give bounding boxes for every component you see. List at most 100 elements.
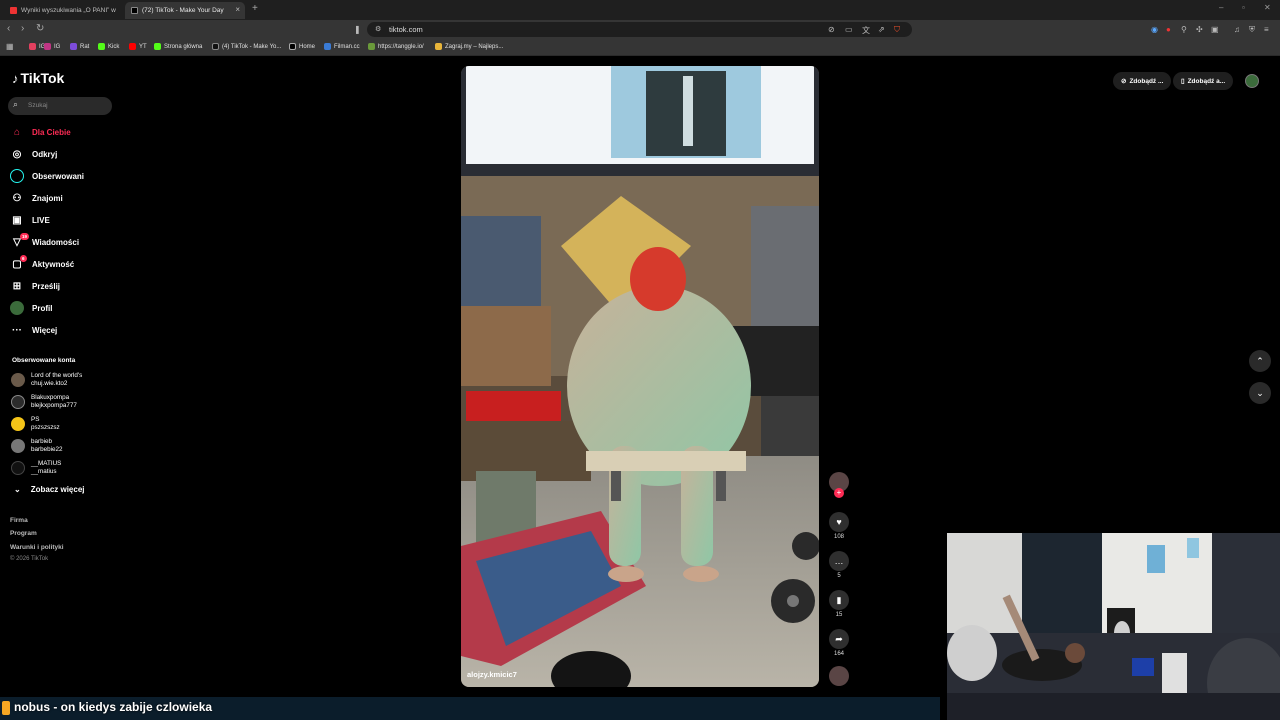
comment-button[interactable]: … 5 (829, 551, 849, 579)
more-icon: ··· (12, 324, 22, 336)
nav-item-explore[interactable]: ◎ Odkryj (10, 146, 58, 162)
chevron-down-icon: ⌄ (14, 485, 21, 494)
close-tab-icon[interactable]: × (235, 5, 240, 14)
see-more-button[interactable]: ⌄ Zobacz więcej (14, 485, 85, 494)
footer-link[interactable]: Warunki i polityki (10, 544, 64, 551)
reload-icon[interactable]: ↻ (36, 23, 44, 34)
forward-icon[interactable]: › (21, 23, 24, 34)
previous-video-button[interactable]: ⌃ (1249, 350, 1271, 372)
nav-item-profile[interactable]: Profil (10, 300, 52, 316)
phone-icon: ▯ (1181, 78, 1185, 85)
cast-icon[interactable]: ▭ (845, 25, 853, 34)
coin-icon: ⊘ (1121, 78, 1127, 85)
footer-link[interactable]: Program (10, 530, 37, 537)
follow-plus-icon[interactable]: + (834, 488, 844, 498)
wallet-icon[interactable]: ⛨ (1249, 25, 1255, 35)
nav-item-upload[interactable]: ⊞ Prześlij (10, 278, 60, 294)
tiktok-logo[interactable]: ♪ TikTok (12, 70, 64, 86)
bookmark-item[interactable]: https://tanggle.io/ (368, 43, 424, 50)
back-icon[interactable]: ‹ (7, 23, 10, 34)
menu-icon[interactable]: ≡ (1264, 25, 1269, 34)
next-video-button[interactable]: ⌄ (1249, 382, 1271, 404)
site-info-icon[interactable]: ⚙ (375, 25, 381, 33)
sidebar-icon[interactable]: ▣ (1211, 25, 1219, 34)
followed-accounts-title: Obserwowane konta (12, 357, 76, 364)
bookmark-item[interactable]: Zagraj.my – Najleps... (435, 43, 503, 50)
nav-item-messages[interactable]: ▽ 19 Wiadomości (10, 233, 79, 250)
save-button[interactable]: ▮ 15 (829, 590, 849, 618)
save-count: 15 (835, 612, 843, 618)
like-button[interactable]: ♥ 108 (829, 512, 849, 540)
followed-account[interactable]: __MATIUS __matius (11, 458, 61, 478)
extension-icon[interactable]: ⚲ (1181, 25, 1187, 34)
media-icon[interactable]: ♫ (1234, 25, 1240, 34)
author-avatar-button[interactable]: + (829, 472, 849, 498)
browser-tab[interactable]: Wyniki wyszukiwania „O PANI” w ser (4, 2, 118, 19)
followed-account[interactable]: barbieb barbebie22 (11, 436, 63, 456)
get-coins-button[interactable]: ⊘ Zdobądź ... (1113, 72, 1172, 90)
nav-item-more[interactable]: ··· Więcej (10, 322, 57, 338)
chevron-down-icon: ⌄ (1256, 387, 1264, 398)
new-tab-icon[interactable]: + (252, 3, 258, 14)
tanggle-icon (368, 43, 375, 50)
messages-icon: ▽ 19 (13, 233, 30, 248)
nav-item-following[interactable]: Obserwowani (10, 168, 84, 184)
heart-icon: ♥ (829, 512, 849, 532)
nav-item-friends[interactable]: ⚇ Znajomi (10, 190, 63, 206)
followed-account[interactable]: Lord of the world's chuj.wie.kto2 (11, 370, 82, 390)
maximize-icon[interactable]: ▫ (1242, 3, 1245, 12)
bookmark-item[interactable]: YT (129, 43, 147, 50)
translate-icon[interactable]: 文 (862, 25, 870, 36)
share-count: 164 (833, 651, 844, 657)
youtube-favicon-icon (10, 7, 17, 14)
bookmark-item[interactable]: (4) TikTok - Make Yo... (212, 43, 281, 50)
profile-avatar[interactable] (1245, 74, 1259, 88)
search-input[interactable]: ⌕ Szukaj (8, 97, 112, 115)
brave-shield-icon[interactable]: ⛉ (894, 25, 900, 35)
profile-icon (10, 301, 24, 315)
avatar (11, 373, 25, 387)
webcam-overlay (947, 533, 1280, 720)
followed-account[interactable]: PS pszszszsz (11, 414, 60, 434)
video-author[interactable]: alojzy.kmicic7 (467, 670, 517, 679)
filman-icon (324, 43, 331, 50)
extensions-puzzle-icon[interactable]: ✣ (1196, 25, 1203, 34)
tab-title: (72) TikTok - Make Your Day (142, 7, 224, 14)
bookmark-item[interactable]: Filman.cc (324, 43, 360, 50)
footer-link[interactable]: Firma (10, 517, 28, 524)
bookmark-item[interactable]: IG (44, 43, 60, 50)
browser-tab-active[interactable]: (72) TikTok - Make Your Day × (125, 2, 245, 19)
extension-record-icon[interactable]: ● (1166, 25, 1171, 34)
avatar (11, 417, 25, 431)
rat-icon (70, 43, 77, 50)
home-icon: ⌂ (13, 126, 21, 138)
get-app-button[interactable]: ▯ Zdobądź a... (1173, 72, 1234, 90)
avatar (11, 461, 25, 475)
compass-icon: ◎ (12, 148, 22, 160)
bookmark-item[interactable]: IG (29, 43, 45, 50)
bookmark-item[interactable]: Kick (98, 43, 119, 50)
apps-grid-icon[interactable]: ▦ (6, 42, 14, 51)
share-icon[interactable]: ⇗ (878, 25, 885, 34)
close-window-icon[interactable]: ✕ (1264, 3, 1271, 12)
share-button[interactable]: ➦ 164 (829, 629, 849, 657)
bookmark-icon[interactable]: ❚ (354, 25, 361, 34)
bookmark-item[interactable]: Rat (70, 43, 89, 50)
bookmark-item[interactable]: Home (289, 43, 315, 50)
video-player[interactable] (461, 66, 819, 687)
bookmark-item[interactable]: Strona główna (154, 43, 202, 50)
upload-icon: ⊞ (12, 280, 22, 292)
stream-caption-text: nobus - on kiedys zabije czlowieka (14, 700, 213, 714)
avatar (11, 439, 25, 453)
extension-audio-icon[interactable]: ◉ (1151, 25, 1158, 34)
nav-item-activity[interactable]: ▢ 6 Aktywność (10, 255, 74, 272)
tracking-icon[interactable]: ⊘ (828, 25, 835, 34)
youtube-icon (129, 43, 136, 50)
tiktok-favicon-icon (131, 7, 138, 14)
nav-item-live[interactable]: ▣ LIVE (10, 212, 50, 228)
minimize-icon[interactable]: – (1219, 3, 1223, 12)
followed-account[interactable]: Blakuxpompa blejkxpompa777 (11, 392, 77, 412)
nav-item-for-you[interactable]: ⌂ Dla Ciebie (10, 124, 71, 140)
like-count: 108 (833, 534, 844, 540)
sound-button[interactable] (829, 666, 849, 686)
